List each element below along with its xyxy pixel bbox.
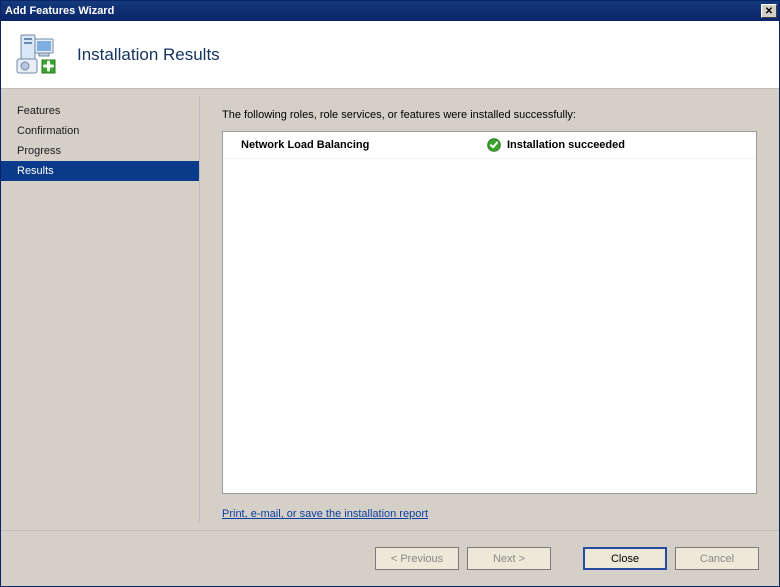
page-title: Installation Results (77, 45, 220, 65)
wizard-header: Installation Results (1, 21, 779, 89)
close-icon: ✕ (765, 6, 773, 17)
title-bar: Add Features Wizard ✕ (1, 1, 779, 21)
wizard-steps-sidebar: Features Confirmation Progress Results (1, 89, 199, 530)
sidebar-item-features[interactable]: Features (1, 101, 199, 121)
intro-text: The following roles, role services, or f… (222, 109, 757, 121)
sidebar-item-results[interactable]: Results (1, 161, 199, 181)
wizard-icon (15, 33, 59, 77)
installation-report-link[interactable]: Print, e-mail, or save the installation … (222, 508, 757, 520)
result-status-text: Installation succeeded (507, 139, 625, 151)
previous-button: < Previous (375, 547, 459, 570)
result-feature-name: Network Load Balancing (241, 139, 481, 151)
titlebar-close-button[interactable]: ✕ (761, 4, 777, 18)
cancel-button: Cancel (675, 547, 759, 570)
sidebar-item-progress[interactable]: Progress (1, 141, 199, 161)
sidebar-item-confirmation[interactable]: Confirmation (1, 121, 199, 141)
results-panel: Network Load Balancing Installation succ… (222, 131, 757, 494)
success-check-icon (487, 138, 501, 152)
wizard-window: Add Features Wizard ✕ Installation Resul… (0, 0, 780, 587)
wizard-footer: < Previous Next > Close Cancel (1, 530, 779, 586)
wizard-body: Features Confirmation Progress Results T… (1, 89, 779, 530)
next-button: Next > (467, 547, 551, 570)
window-title: Add Features Wizard (5, 5, 761, 17)
main-content: The following roles, role services, or f… (200, 89, 779, 530)
result-row: Network Load Balancing Installation succ… (223, 132, 756, 159)
close-button[interactable]: Close (583, 547, 667, 570)
